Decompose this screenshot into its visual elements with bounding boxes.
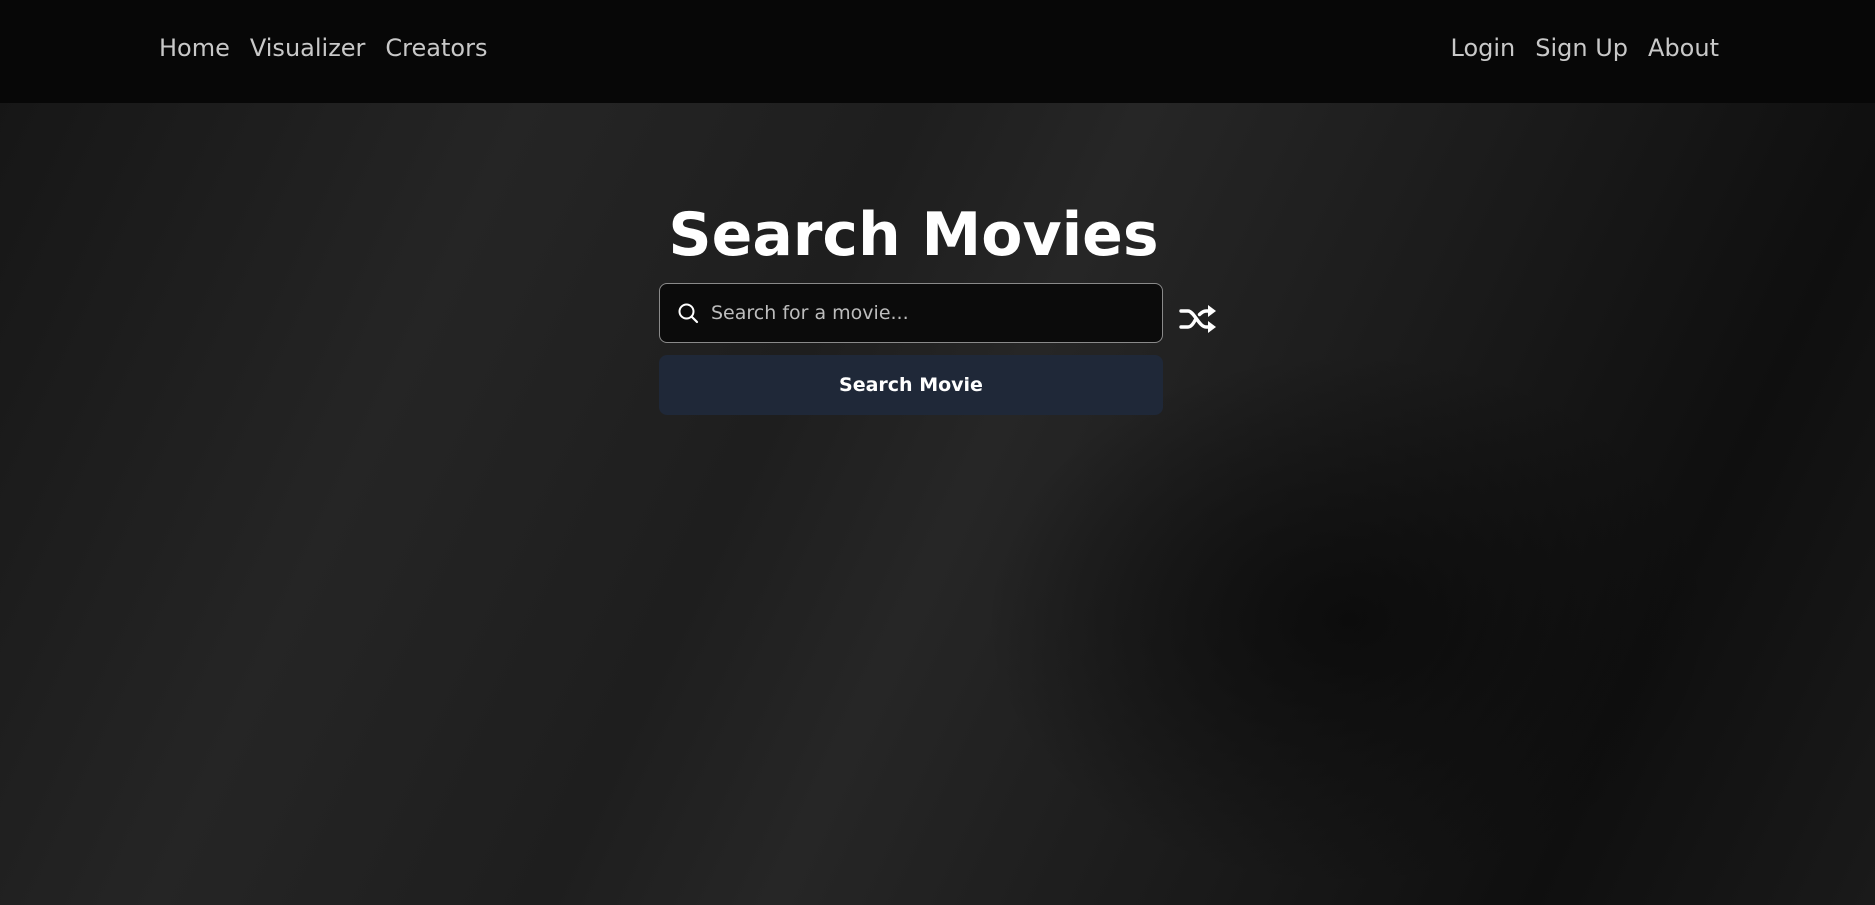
nav-link-home[interactable]: Home: [159, 34, 230, 62]
nav-right-group: Login Sign Up About: [1451, 0, 1720, 96]
top-navbar: Home Visualizer Creators Login Sign Up A…: [0, 0, 1875, 103]
search-box[interactable]: [659, 283, 1163, 343]
nav-link-login[interactable]: Login: [1451, 34, 1516, 62]
shuffle-icon: [1179, 302, 1217, 340]
nav-link-sign-up[interactable]: Sign Up: [1535, 34, 1628, 62]
search-input[interactable]: [711, 284, 1162, 342]
shuffle-button[interactable]: [1178, 302, 1218, 340]
page-title: Search Movies: [668, 200, 1159, 270]
search-movie-button[interactable]: Search Movie: [659, 355, 1163, 415]
nav-left-group: Home Visualizer Creators: [159, 0, 487, 96]
nav-link-visualizer[interactable]: Visualizer: [250, 34, 366, 62]
nav-link-about[interactable]: About: [1648, 34, 1719, 62]
nav-link-creators[interactable]: Creators: [385, 34, 487, 62]
search-icon: [677, 302, 699, 324]
